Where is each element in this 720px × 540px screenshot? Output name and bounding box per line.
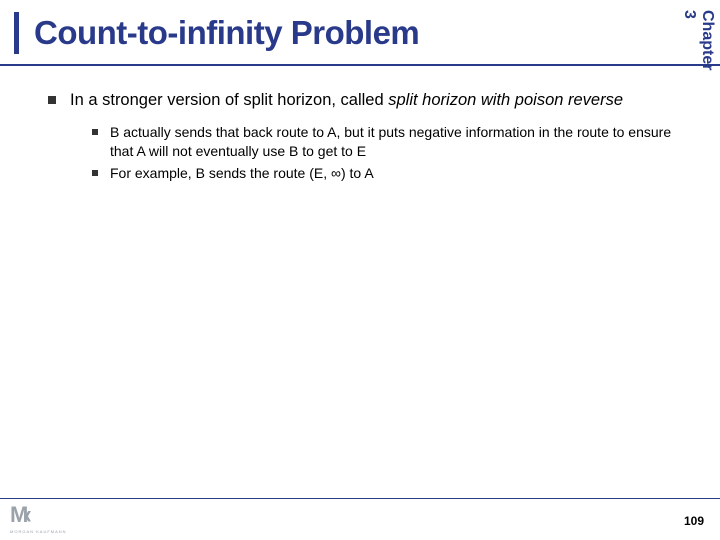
slide-footer: M‹ MORGAN KAUFMANN 109 [0,498,720,536]
bullet-level1: In a stronger version of split horizon, … [48,90,680,111]
sub-bullet-list: B actually sends that back route to A, b… [48,121,680,182]
square-bullet-icon [92,170,98,176]
logo-chevron-icon: ‹ [24,499,31,530]
slide-header: Count-to-infinity Problem Chapter 3 [0,0,720,66]
bullet-level2: For example, B sends the route (E, ∞) to… [92,164,680,182]
sub-bullet-text: B actually sends that back route to A, b… [110,123,680,159]
bullet-text: In a stronger version of split horizon, … [70,90,623,111]
slide-content: In a stronger version of split horizon, … [0,66,720,182]
bullet-level2: B actually sends that back route to A, b… [92,123,680,159]
page-number: 109 [684,514,704,528]
logo-subtext: MORGAN KAUFMANN [10,529,67,534]
header-accent-bar [14,12,19,54]
chapter-label: Chapter 3 [692,10,716,70]
slide-title: Count-to-infinity Problem [34,14,419,52]
square-bullet-icon [48,96,56,104]
bullet-italic: split horizon with poison reverse [388,91,623,109]
publisher-logo: M‹ MORGAN KAUFMANN [10,502,67,534]
bullet-prefix: In a stronger version of split horizon, … [70,91,388,109]
square-bullet-icon [92,129,98,135]
sub-bullet-text: For example, B sends the route (E, ∞) to… [110,164,374,182]
logo-mark: M‹ [10,502,67,528]
